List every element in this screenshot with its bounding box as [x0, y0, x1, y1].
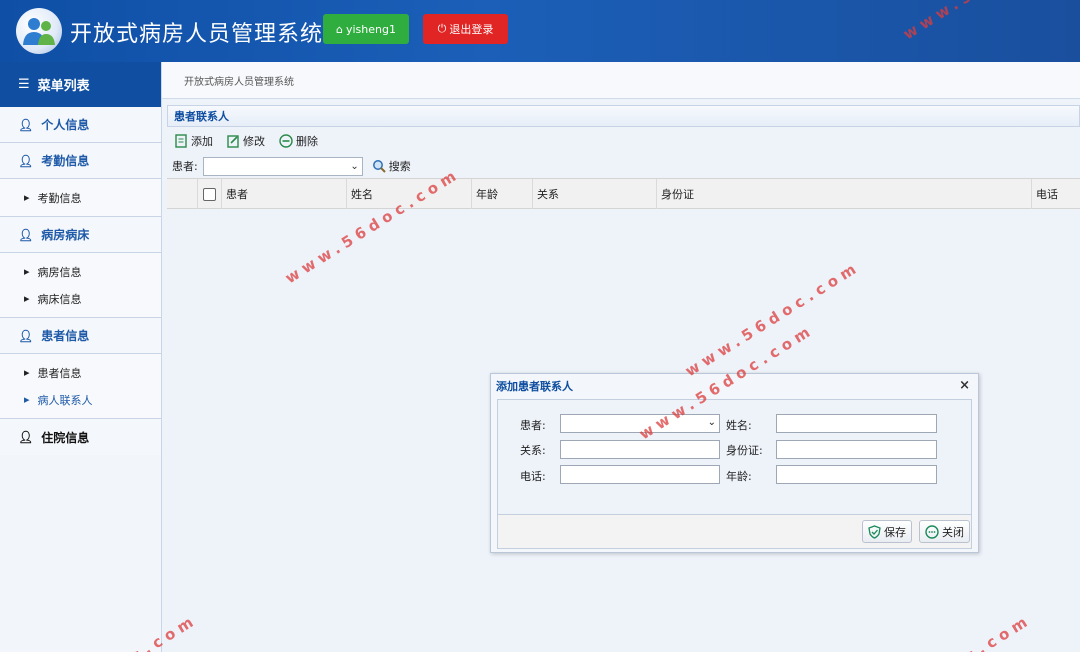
idcard-field[interactable] — [776, 440, 937, 459]
list-icon: ☰ — [18, 77, 30, 92]
sidebar-item-patient-contact[interactable]: ▸ 病人联系人 — [0, 386, 161, 413]
column-header-patient[interactable]: 患者 — [221, 179, 346, 209]
user-icon: 👤︎ — [18, 153, 34, 168]
phone-field[interactable] — [560, 465, 720, 484]
sidebar-item-attendance-info[interactable]: ▸ 考勤信息 — [0, 184, 161, 211]
dialog-title-label: 添加患者联系人 — [496, 380, 573, 393]
add-icon — [175, 134, 187, 148]
relation-label: 关系: — [520, 444, 546, 457]
save-button[interactable]: 保存 — [862, 520, 912, 543]
close-icon[interactable]: × — [959, 378, 970, 393]
caret-right-icon: ▸ — [24, 191, 30, 204]
add-button-label: 添加 — [191, 135, 213, 148]
caret-right-icon: ▸ — [24, 292, 30, 305]
sidebar-section-label: 考勤信息 — [41, 154, 90, 168]
sidebar-section-label: 患者信息 — [41, 329, 90, 343]
sidebar-item-label: 病房信息 — [37, 265, 82, 279]
sidebar-section-label: 病房病床 — [41, 228, 90, 242]
sidebar-section-personal[interactable]: 👤︎ 个人信息 — [0, 107, 161, 143]
edit-button-label: 修改 — [243, 135, 265, 148]
app-title: 开放式病房人员管理系统 — [70, 22, 324, 47]
age-label: 年龄: — [726, 470, 752, 483]
sidebar-section-label: 个人信息 — [41, 118, 90, 132]
panel-title-label: 患者联系人 — [174, 110, 229, 123]
app-logo — [16, 8, 62, 54]
caret-right-icon: ▸ — [24, 265, 30, 278]
sidebar-item-ward-info[interactable]: ▸ 病房信息 — [0, 258, 161, 285]
sidebar-section-attendance[interactable]: 👤︎ 考勤信息 — [0, 143, 161, 179]
caret-right-icon: ▸ — [24, 393, 30, 406]
delete-icon — [279, 134, 293, 148]
search-button-label: 搜索 — [388, 160, 411, 173]
save-button-label: 保存 — [884, 525, 906, 539]
close-button-label: 关闭 — [942, 525, 964, 539]
age-field[interactable] — [776, 465, 937, 484]
chevron-down-icon: ⌄ — [350, 160, 359, 172]
sidebar-section-label: 住院信息 — [41, 430, 90, 445]
sidebar-section-patient[interactable]: 👤︎ 患者信息 — [0, 318, 161, 354]
logout-button[interactable]: ⏻ 退出登录 — [423, 14, 508, 44]
search-row: 患者: ⌄ 搜索 — [167, 154, 1080, 178]
logout-button-label: 退出登录 — [449, 23, 494, 36]
sidebar-item-label: 考勤信息 — [37, 191, 82, 205]
phone-label: 电话: — [520, 470, 546, 483]
minus-circle-icon — [925, 524, 939, 539]
patient-label: 患者: — [520, 419, 546, 432]
chevron-down-icon: ⌄ — [707, 417, 716, 428]
table-header-rownum — [167, 179, 197, 209]
user-icon: 👤︎ — [18, 328, 34, 343]
column-header-relation[interactable]: 关系 — [532, 179, 656, 209]
close-button[interactable]: 关闭 — [919, 520, 970, 543]
sidebar-item-label: 患者信息 — [37, 366, 82, 380]
sidebar-section-ward[interactable]: 👤︎ 病房病床 — [0, 217, 161, 253]
dialog-footer: 保存 关闭 — [497, 515, 972, 549]
patient-select[interactable]: ⌄ — [202, 156, 363, 176]
menu-header: ☰ 菜单列表 — [0, 62, 161, 107]
search-icon — [372, 160, 386, 173]
user-button-label: yisheng1 — [345, 22, 396, 36]
edit-icon — [227, 135, 239, 148]
idcard-label: 身份证: — [726, 444, 763, 457]
breadcrumb: 开放式病房人员管理系统 — [162, 62, 1080, 99]
search-button[interactable]: 搜索 — [372, 158, 411, 174]
table-header: 患者 姓名 年龄 关系 身份证 电话 — [167, 178, 1080, 209]
breadcrumb-label: 开放式病房人员管理系统 — [184, 76, 294, 88]
dialog-form: 患者: ⌄ 姓名: 关系: 身份证: 电话: 年龄: — [497, 399, 972, 515]
search-label: 患者: — [172, 160, 198, 173]
power-icon: ⏻ — [437, 22, 447, 35]
add-contact-dialog: 添加患者联系人 × 患者: ⌄ 姓名: 关系: 身份证: 电话: 年龄: 保存 … — [490, 373, 979, 553]
name-field[interactable] — [776, 414, 937, 433]
edit-button[interactable]: 修改 — [227, 133, 265, 149]
toolbar: 添加 修改 删除 — [167, 128, 1080, 154]
shield-check-icon — [868, 524, 881, 539]
sidebar-item-bed-info[interactable]: ▸ 病床信息 — [0, 285, 161, 312]
checkbox-box — [203, 187, 216, 201]
user-icon: 👤︎ — [18, 227, 34, 242]
sidebar: ☰ 菜单列表 👤︎ 个人信息 👤︎ 考勤信息 ▸ 考勤信息 👤︎ 病房病床 ▸ … — [0, 62, 162, 652]
sidebar-item-label: 病人联系人 — [37, 393, 93, 407]
select-all-checkbox[interactable] — [197, 179, 221, 209]
column-header-age[interactable]: 年龄 — [471, 179, 532, 209]
sidebar-item-patient-info[interactable]: ▸ 患者信息 — [0, 359, 161, 386]
caret-right-icon: ▸ — [24, 366, 30, 379]
sidebar-section-hospitalization[interactable]: 👤︎ 住院信息 — [0, 419, 161, 455]
panel-title: 患者联系人 — [167, 105, 1080, 127]
delete-button-label: 删除 — [296, 135, 318, 148]
column-header-idcard[interactable]: 身份证 — [656, 179, 1031, 209]
user-icon: 👤︎ — [18, 430, 34, 444]
user-button[interactable]: ⌂ yisheng1 — [323, 14, 409, 44]
user-icon: 👤︎ — [18, 117, 34, 132]
column-header-phone[interactable]: 电话 — [1031, 179, 1080, 209]
delete-button[interactable]: 删除 — [279, 133, 318, 149]
sidebar-item-label: 病床信息 — [37, 292, 82, 306]
watermark: c.com — [962, 610, 1035, 652]
relation-field[interactable] — [560, 440, 720, 459]
home-icon: ⌂ — [336, 22, 343, 36]
add-button[interactable]: 添加 — [175, 133, 213, 149]
name-label: 姓名: — [726, 419, 752, 432]
menu-header-label: 菜单列表 — [37, 79, 90, 94]
